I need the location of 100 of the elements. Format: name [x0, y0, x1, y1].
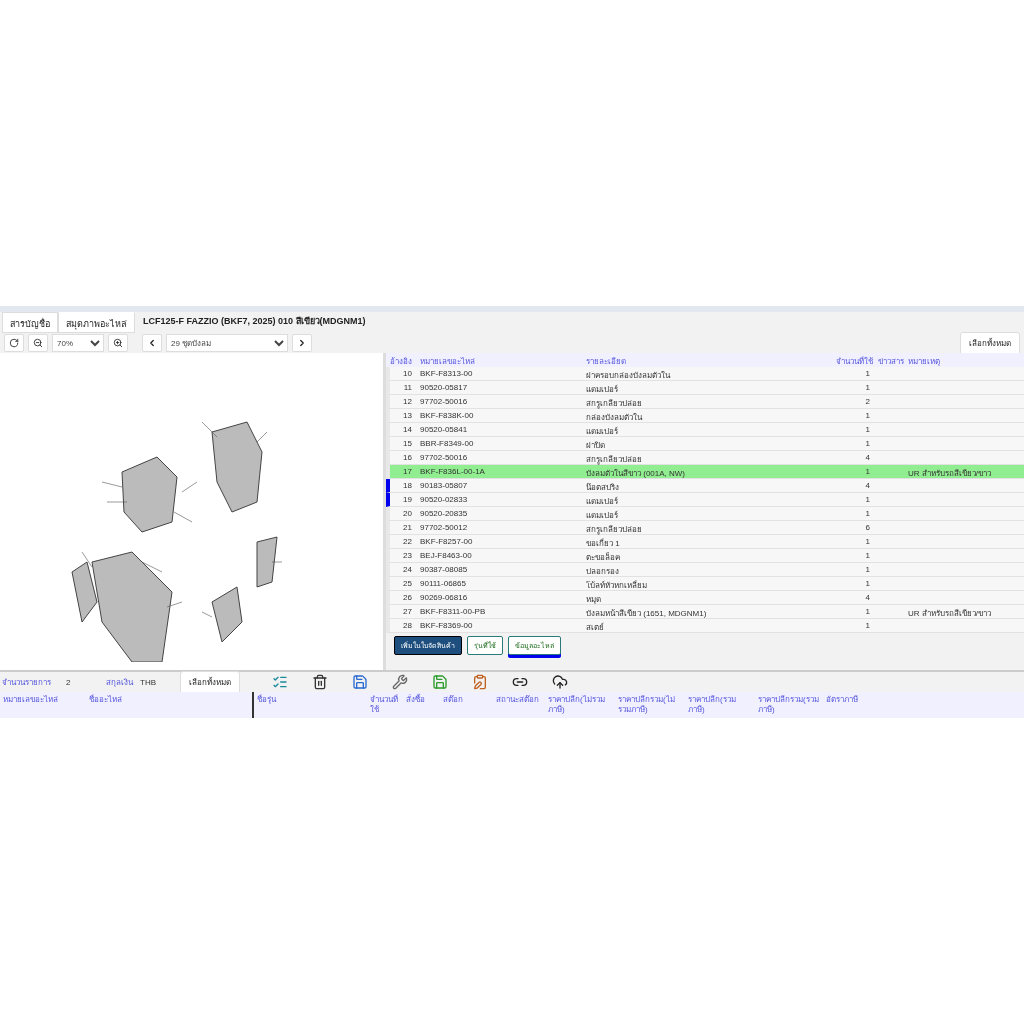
upload-icon[interactable] [552, 674, 568, 690]
table-row[interactable]: 28 BKF-F8369-00 สเตย์ 1 [386, 619, 1024, 633]
table-cell-text: 24 [402, 564, 413, 576]
tab[interactable]: สารบัญชื่อ [2, 312, 58, 333]
table-row[interactable]: 25 90111-06865 โบ้ลท์หัวหกเหลี่ยม 1 [386, 577, 1024, 591]
table-row[interactable]: 21 97702-50012 สกรูเกลียวปล่อย 6 [386, 521, 1024, 535]
table-cell-text: 15 [402, 438, 413, 450]
column-header: ชื่อรุ่น [252, 692, 367, 718]
clipboard-icon[interactable] [472, 674, 488, 690]
count-label: จำนวนรายการ [2, 676, 52, 689]
save-icon[interactable] [432, 674, 448, 690]
table-cell-text: ขอเกี่ยว 1 [585, 537, 621, 548]
table-cell-text: UR สำหรับรถสีเขียว/ขาว [907, 468, 992, 478]
table-cell-text: 1 [864, 564, 871, 576]
table-row[interactable]: 23 BEJ-F8463-00 ตะขอล็อค 1 [386, 549, 1024, 563]
table-row[interactable]: 22 BKF-F8257-00 ขอเกี่ยว 1 1 [386, 535, 1024, 549]
table-cell-text: บังลมหน้าสีเขียว (1651, MDGNM1) [585, 608, 708, 618]
table-cell-text: 4 [864, 452, 871, 464]
column-header: อัตราภาษี [825, 694, 859, 706]
zoom-out-button[interactable] [28, 334, 48, 352]
table-row[interactable]: 20 90520-20835 แดมเปอร์ 1 [386, 507, 1024, 521]
refresh-button[interactable] [4, 334, 24, 352]
table-cell-text: 10 [402, 368, 413, 380]
table-cell-text: BKF-F8257-00 [419, 536, 474, 548]
table-cell-text: 1 [864, 466, 871, 478]
currency-value: THB [140, 677, 157, 687]
table-cell-text: ตะขอล็อค [585, 551, 621, 562]
table-cell-text: 97702-50016 [419, 396, 469, 408]
select-all-button[interactable]: เลือกทั้งหมด [180, 670, 240, 694]
currency-label: สกุลเงิน [106, 676, 135, 689]
column-header: สต๊อก [442, 694, 464, 706]
table-row[interactable]: 15 BBR-F8349-00 ฝาปิด 1 [386, 437, 1024, 451]
table-cell-text: 97702-50012 [419, 522, 469, 534]
table-row[interactable]: 19 90520-02833 แดมเปอร์ 1 [386, 493, 1024, 507]
table-cell-text: 90111-06865 [419, 578, 467, 590]
table-cell-text: 1 [864, 620, 871, 632]
column-header: ราคาปลีกรวม(ไม่รวมภาษี) [617, 694, 676, 716]
table-cell-text: 23 [402, 550, 413, 562]
table-row[interactable]: 14 90520-05841 แดมเปอร์ 1 [386, 423, 1024, 437]
section-select[interactable]: 29 ชุดบังลม [166, 334, 288, 352]
table-row[interactable]: 27 BKF-F8311-00-PB บังลมหน้าสีเขียว (1651, MDGNM1) 1 UR สำหรับรถสีเขียว/ขาว [386, 605, 1024, 619]
select-all-button[interactable]: เลือกทั้งหมด [960, 331, 1020, 355]
table-row[interactable]: 24 90387-08085 ปลอกรอง 1 [386, 563, 1024, 577]
column-header: จำนวนที่ใช้ [832, 353, 874, 367]
table-cell-text: หมุด [585, 594, 602, 604]
table-cell-text: น๊อตสปริง [585, 482, 620, 492]
table-cell-text: BBR-F8349-00 [419, 438, 475, 450]
table-row[interactable]: 13 BKF-F838K-00 กล่องบังลมตัวใน 1 [386, 409, 1024, 423]
next-button[interactable] [292, 334, 312, 352]
table-cell-text: 90269-06816 [419, 592, 469, 604]
table-cell-text: สกรูเกลียวปล่อย [585, 524, 643, 534]
zoom-select[interactable]: 70% [52, 334, 104, 352]
previous-button[interactable] [142, 334, 162, 352]
table-cell-text: 17 [402, 466, 413, 478]
list-edit-icon[interactable] [272, 674, 288, 690]
refresh-icon [9, 338, 19, 348]
column-header: ชื่ออะไหล่ [88, 693, 123, 706]
table-cell-text: 27 [402, 606, 413, 618]
table-row[interactable]: 18 90183-05807 น๊อตสปริง 4 [386, 479, 1024, 493]
table-cell-text: 18 [402, 480, 413, 492]
table-cell-text: 14 [402, 424, 413, 436]
zoom-in-button[interactable] [108, 334, 128, 352]
column-header: ข่าวสาร [874, 353, 904, 367]
chevron-left-icon [147, 338, 157, 348]
table-row[interactable]: 26 90269-06816 หมุด 4 [386, 591, 1024, 605]
table-cell-text: ฝาปิด [585, 440, 606, 450]
model-title: LCF125-F FAZZIO (BKF7, 2025) 010 สีเขียว(MDGNM1) [143, 315, 366, 328]
tools-icon[interactable] [392, 674, 408, 690]
table-cell-text: 16 [402, 452, 413, 464]
table-row[interactable]: 17 BKF-F836L-00-1A บังลมตัวในสีขาว (001A, NW) 1 UR สำหรับรถสีเขียว/ขาว [386, 465, 1024, 479]
table-cell-text: 90520-05817 [419, 382, 469, 394]
table-cell-text: 1 [864, 578, 871, 590]
column-header: สถานะสต๊อก [495, 694, 540, 706]
table-cell-text: 90520-20835 [419, 508, 469, 520]
table-cell-text: 1 [864, 606, 871, 618]
table-cell-text: แดมเปอร์ [585, 384, 619, 394]
table-cell-text: 90387-08085 [419, 564, 469, 576]
save-icon[interactable] [352, 674, 368, 690]
table-row[interactable]: 12 97702-50016 สกรูเกลียวปล่อย 2 [386, 395, 1024, 409]
table-row[interactable]: 16 97702-50016 สกรูเกลียวปล่อย 4 [386, 451, 1024, 465]
trash-icon[interactable] [312, 674, 328, 690]
table-cell-text: 6 [864, 522, 871, 534]
column-header: ราคาปลีก(ไม่รวมภาษี) [547, 694, 606, 716]
table-cell-text: 26 [402, 592, 413, 604]
table-cell-text: 1 [864, 382, 871, 394]
tab[interactable]: สมุดภาพอะไหล่ [58, 312, 135, 333]
table-cell-text: 22 [402, 536, 413, 548]
table-row[interactable]: 10 BKF-F8313-00 ฝาครอบกล่องบังลมตัวใน 1 [386, 367, 1024, 381]
column-header: หมายเลขอะไหล่ [416, 353, 582, 367]
table-cell-text: 13 [402, 410, 413, 422]
table-cell-text: 1 [864, 438, 871, 450]
column-header: จำนวนที่ใช้ [369, 693, 399, 716]
table-cell-text: โบ้ลท์หัวหกเหลี่ยม [585, 579, 648, 590]
table-cell-text: 90520-02833 [419, 494, 469, 506]
table-cell-text: แดมเปอร์ [585, 496, 619, 506]
column-header: หมายเหตุ [904, 353, 1024, 367]
table-cell-text: สกรูเกลียวปล่อย [585, 454, 643, 464]
table-row[interactable]: 11 90520-05817 แดมเปอร์ 1 [386, 381, 1024, 395]
chevron-right-icon [297, 338, 307, 348]
table-cell-text: 1 [864, 494, 871, 506]
